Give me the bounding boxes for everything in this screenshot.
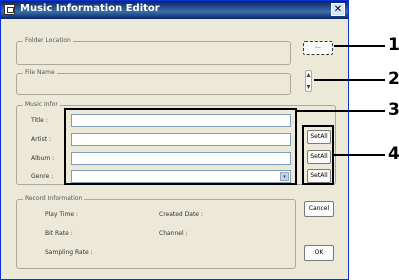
file-name-spin-button[interactable] — [305, 70, 312, 92]
album-label: Album : — [31, 155, 55, 162]
created-date-label: Created Date : — [159, 211, 203, 218]
spin-arrows-icon — [306, 73, 311, 89]
genre-label: Genre : — [31, 173, 54, 180]
window-title: Music Information Editor — [20, 3, 160, 14]
app-icon — [4, 4, 15, 15]
setall-buttons-highlight — [302, 125, 334, 185]
file-name-label: File Name — [23, 68, 57, 78]
file-name-group: File Name — [16, 68, 291, 95]
ok-button[interactable]: OK — [304, 245, 334, 261]
music-fields-highlight — [64, 108, 297, 185]
folder-location-group: Folder Location — [16, 36, 291, 65]
callout-number-1: 1 — [388, 35, 399, 55]
cancel-button[interactable]: Cancel — [304, 201, 334, 217]
title-bar[interactable]: Music Information Editor ✕ — [1, 1, 348, 19]
channel-label: Channel : — [159, 230, 188, 237]
close-button[interactable]: ✕ — [331, 3, 345, 16]
play-time-label: Play Time : — [45, 211, 79, 218]
callout-line-1 — [334, 45, 385, 47]
sampling-rate-label: Sampling Rate : — [45, 249, 93, 256]
browse-folder-button[interactable]: ... — [303, 41, 333, 55]
callout-line-4 — [334, 154, 385, 156]
callout-number-3: 3 — [388, 100, 399, 120]
callout-number-2: 2 — [388, 69, 399, 89]
callout-line-2 — [314, 79, 385, 81]
record-information-label: Record Information — [23, 194, 85, 204]
callout-number-4: 4 — [388, 144, 399, 164]
callout-line-3 — [297, 110, 385, 112]
folder-location-label: Folder Location — [23, 36, 73, 46]
title-label: Title : — [31, 117, 48, 124]
artist-label: Artist : — [31, 136, 51, 143]
music-information-label: Music Infor — [23, 100, 60, 110]
bit-rate-label: Bit Rate : — [45, 230, 73, 237]
